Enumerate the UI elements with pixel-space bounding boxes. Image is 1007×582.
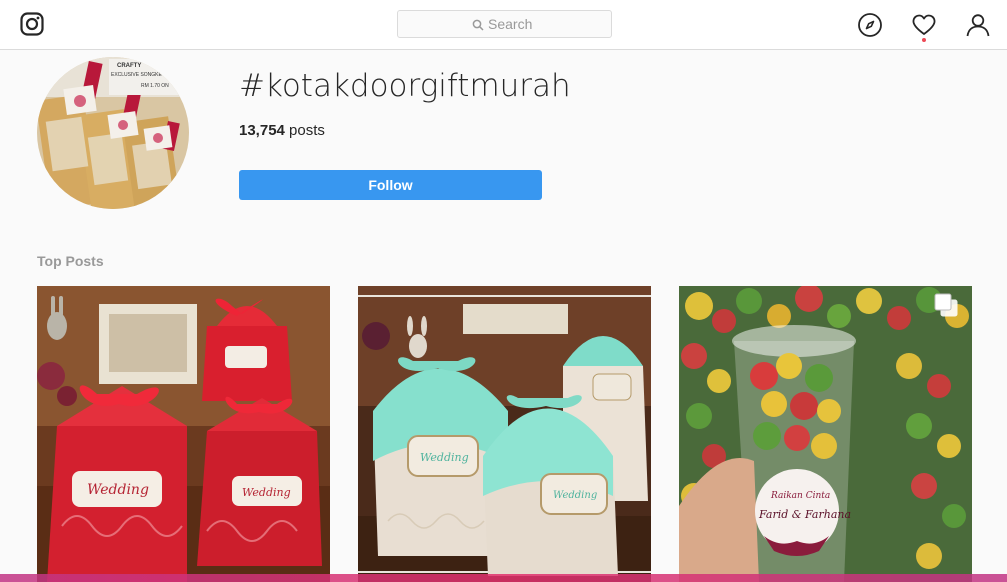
avatar-image: CRAFTY EXCLUSIVE SONGKET RM 1.70 ON <box>37 57 189 209</box>
avatar-tag-price: RM 1.70 ON <box>141 83 169 89</box>
post-image: Raikan Cinta Farid & Farhana <box>679 286 972 582</box>
follow-button[interactable]: Follow <box>239 170 542 200</box>
post-image: Wedding Wedding <box>358 286 651 582</box>
search-box[interactable] <box>397 10 612 38</box>
top-posts-heading: Top Posts <box>37 253 104 269</box>
cup-label-sub: Raikan Cinta <box>770 491 830 501</box>
hashtag-title: #kotakdoorgiftmurah <box>239 68 571 104</box>
post-tile-red-gift-boxes[interactable]: Wedding Wedding <box>37 286 330 582</box>
box-label-left: Wedding <box>87 482 149 498</box>
avatar-tag-exclusive: EXCLUSIVE SONGKET <box>111 72 165 78</box>
post-tile-popcorn-cups[interactable]: Raikan Cinta Farid & Farhana <box>679 286 972 582</box>
compass-icon[interactable] <box>857 12 883 38</box>
instagram-logo-icon[interactable] <box>20 12 44 36</box>
avatar-tag-crafty: CRAFTY <box>117 63 141 69</box>
box-label-right: Wedding <box>553 490 597 501</box>
notification-dot <box>922 38 926 42</box>
cup-label-names: Farid & Farhana <box>758 508 851 521</box>
bottom-gradient-bar <box>0 574 1007 582</box>
posts-count: 13,754 posts <box>239 122 325 139</box>
box-label-right: Wedding <box>242 486 291 499</box>
search-input[interactable] <box>398 11 611 37</box>
post-image: Wedding Wedding <box>37 286 330 582</box>
post-tile-mint-gift-boxes[interactable]: Wedding Wedding <box>358 286 651 582</box>
top-navigation-bar <box>0 0 1007 50</box>
posts-count-number: 13,754 <box>239 122 285 139</box>
user-icon[interactable] <box>965 12 991 38</box>
heart-icon[interactable] <box>911 12 937 38</box>
hashtag-avatar: CRAFTY EXCLUSIVE SONGKET RM 1.70 ON <box>37 57 189 209</box>
posts-count-suffix: posts <box>284 122 325 139</box>
box-label-left: Wedding <box>420 451 469 464</box>
